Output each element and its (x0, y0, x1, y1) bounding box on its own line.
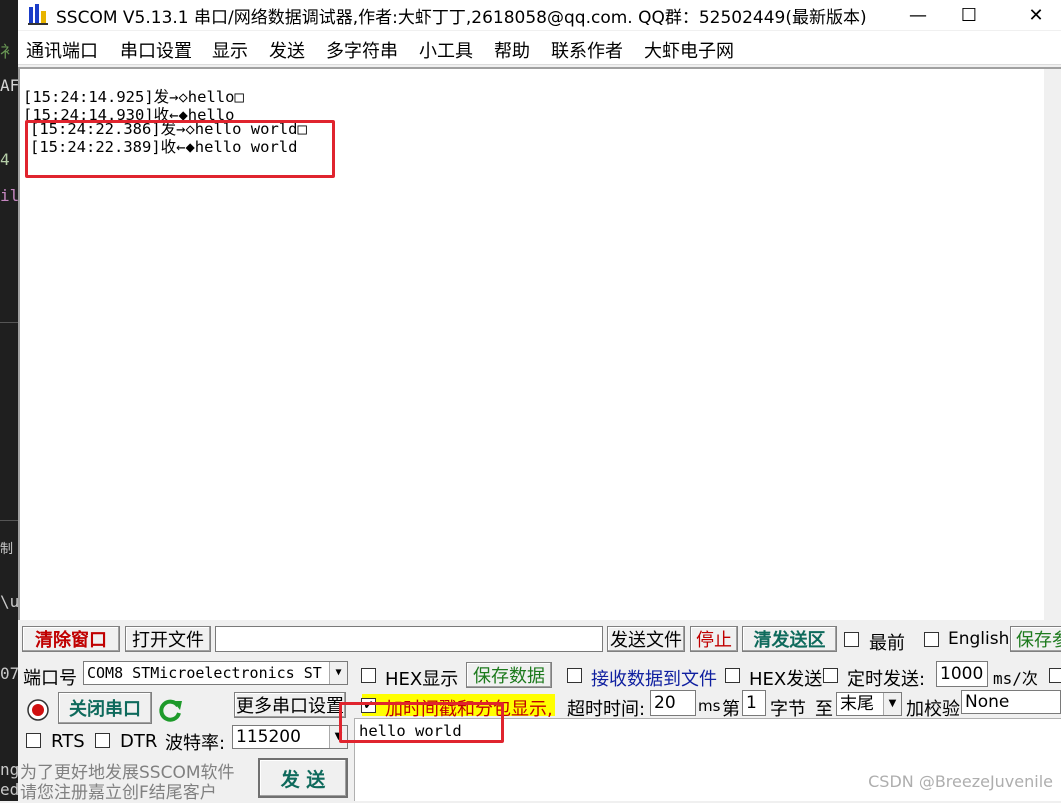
refresh-icon[interactable] (158, 697, 184, 723)
baud-value: 115200 (236, 727, 301, 747)
maximize-button[interactable]: ☐ (946, 0, 992, 30)
timed-send-checkbox[interactable] (823, 668, 838, 683)
save-params-button[interactable]: 保存参 (1010, 626, 1061, 652)
menu-daxia-site[interactable]: 大虾电子网 (644, 37, 734, 63)
receive-line: [15:24:14.925]发→◇hello□ (23, 88, 244, 106)
editor-fragment: 4 (0, 150, 10, 169)
dtr-label: DTR (120, 731, 158, 752)
menu-multi-string[interactable]: 多字符串 (326, 37, 398, 63)
port-value: COM8 STMicroelectronics ST (87, 664, 322, 682)
editor-fragment: AF (0, 76, 18, 95)
english-checkbox[interactable] (924, 632, 939, 647)
dtr-checkbox[interactable] (95, 733, 110, 748)
english-label: English (948, 629, 1010, 649)
menu-comm-port[interactable]: 通讯端口 (26, 37, 98, 63)
topmost-checkbox[interactable] (844, 632, 859, 647)
close-port-button[interactable]: 关闭串口 (58, 692, 152, 724)
receive-line: [15:24:14.930]收←◆hello (23, 106, 235, 120)
highlight-box (25, 120, 335, 178)
hex-send-label: HEX发送 (749, 669, 823, 690)
chevron-down-icon: ▼ (883, 693, 901, 715)
window-title: SSCOM V5.13.1 串口/网络数据调试器,作者:大虾丁丁,2618058… (56, 8, 867, 28)
stop-button[interactable]: 停止 (690, 626, 738, 652)
end-value: 末尾 (840, 694, 874, 714)
recv-to-file-label: 接收数据到文件 (591, 669, 717, 690)
send-button[interactable]: 发 送 (258, 758, 348, 798)
rts-checkbox[interactable] (26, 733, 41, 748)
recv-to-file-checkbox[interactable] (567, 668, 582, 683)
send-highlight-box (339, 702, 504, 743)
editor-fragment: \u (0, 592, 18, 611)
end-select[interactable]: 末尾 ▼ (836, 692, 902, 716)
rts-label: RTS (51, 731, 85, 752)
extra-checkbox[interactable] (1049, 668, 1061, 683)
minimize-button[interactable]: — (895, 0, 941, 30)
baud-label: 波特率: (165, 733, 226, 754)
editor-fragment: ng (0, 760, 18, 779)
editor-fragment: 07 (0, 664, 18, 683)
send-file-button[interactable]: 发送文件 (607, 626, 685, 652)
close-button[interactable]: ✕ (1013, 0, 1059, 30)
chevron-down-icon: ▼ (329, 662, 347, 684)
menu-send[interactable]: 发送 (269, 37, 305, 63)
promo-line-2: 请您注册嘉立创F结尾客户 (20, 783, 217, 803)
timed-send-label: 定时发送: (847, 669, 926, 690)
open-file-button[interactable]: 打开文件 (125, 626, 211, 652)
menu-tools[interactable]: 小工具 (419, 37, 473, 63)
clear-send-button[interactable]: 清发送区 (742, 626, 837, 652)
hex-display-label: HEX显示 (385, 669, 459, 690)
more-settings-button[interactable]: 更多串口设置 (234, 692, 346, 718)
menu-bar: 通讯端口 串口设置 显示 发送 多字符串 小工具 帮助 联系作者 大虾电子网 (18, 31, 1061, 65)
menu-display[interactable]: 显示 (212, 37, 248, 63)
timeout-unit: ms (698, 697, 721, 715)
editor-fragment: ed (0, 780, 18, 799)
interval-unit: ms/次 (993, 669, 1038, 688)
hex-display-checkbox[interactable] (361, 668, 376, 683)
timeout-input[interactable]: 20 (650, 690, 696, 716)
csdn-watermark: CSDN @BreezeJuvenile (868, 772, 1053, 791)
port-status-icon (27, 699, 49, 721)
interval-input[interactable]: 1000 (936, 661, 988, 687)
background-editor-strip: 衤 AF 4 il 制 \u 07 ng ed (0, 0, 18, 801)
checksum-select[interactable]: None (961, 690, 1061, 714)
clear-window-button[interactable]: 清除窗口 (22, 626, 120, 652)
receive-scrollbar[interactable] (1044, 69, 1061, 620)
menu-contact-author[interactable]: 联系作者 (551, 37, 623, 63)
port-label: 端口号 (23, 668, 77, 689)
hex-send-checkbox[interactable] (725, 668, 740, 683)
file-path-field[interactable] (215, 626, 603, 652)
title-bar: SSCOM V5.13.1 串口/网络数据调试器,作者:大虾丁丁,2618058… (18, 0, 1061, 30)
menu-serial-settings[interactable]: 串口设置 (120, 37, 192, 63)
baud-select[interactable]: 115200 ▼ (232, 725, 348, 749)
sscom-window: SSCOM V5.13.1 串口/网络数据调试器,作者:大虾丁丁,2618058… (18, 0, 1061, 803)
editor-fragment: il (0, 186, 18, 205)
close-icon: ✕ (1028, 4, 1044, 26)
menu-help[interactable]: 帮助 (494, 37, 530, 63)
editor-fragment: 衤 (0, 42, 17, 61)
topmost-label: 最前 (869, 633, 905, 654)
checksum-value: None (965, 692, 1010, 712)
app-icon (28, 4, 48, 25)
save-data-button[interactable]: 保存数据 (466, 662, 552, 688)
port-select[interactable]: COM8 STMicroelectronics ST ▼ (83, 661, 348, 685)
byte-index-input[interactable]: 1 (742, 690, 766, 716)
minimize-icon: — (909, 4, 927, 26)
receive-area[interactable]: [15:24:14.925]发→◇hello□ [15:24:14.930]收←… (18, 67, 1061, 620)
editor-fragment: 制 (0, 542, 14, 557)
maximize-icon: ☐ (960, 4, 978, 26)
